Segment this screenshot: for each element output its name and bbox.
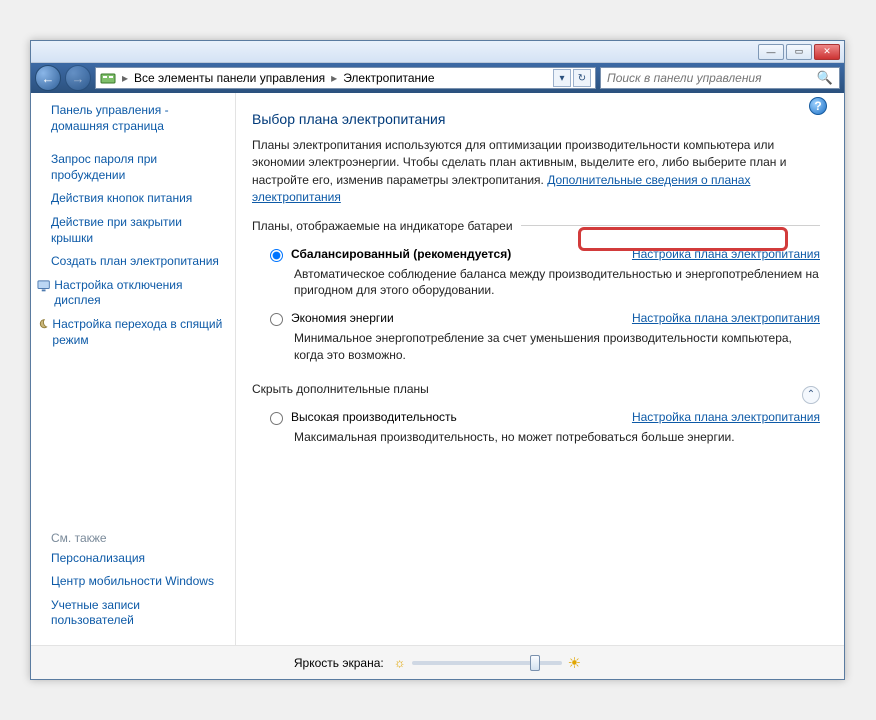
configure-plan-link-powersave[interactable]: Настройка плана электропитания [632,311,820,325]
breadcrumb-root[interactable]: Все элементы панели управления [134,71,325,85]
breadcrumb-current[interactable]: Электропитание [343,71,434,85]
seealso-personalization[interactable]: Персонализация [31,547,235,571]
primary-plans-legend: Планы, отображаемые на индикаторе батаре… [252,219,521,233]
moon-icon [37,318,48,332]
window-body: ? Панель управления - домашняя страница … [31,93,844,645]
sidebar-link-display-off[interactable]: Настройка отключения дисплея [31,274,235,313]
page-title: Выбор плана электропитания [252,111,820,127]
plan-title: Экономия энергии [291,311,394,325]
plan-radio-powersave[interactable] [270,313,283,326]
sidebar-home-link[interactable]: Панель управления - домашняя страница [31,99,235,138]
brightness-slider[interactable]: ☼ ☀ [394,654,581,672]
control-panel-icon [100,70,116,86]
configure-plan-link-high-perf[interactable]: Настройка плана электропитания [632,410,820,424]
plan-row-high-perf: Высокая производительность Настройка пла… [252,406,820,427]
sun-dim-icon: ☼ [394,655,406,670]
slider-track[interactable] [412,661,562,665]
sidebar-link-lid-close[interactable]: Действие при закрытии крышки [31,211,235,250]
search-icon: 🔍 [817,70,833,86]
plan-radio-high-perf[interactable] [270,412,283,425]
brightness-label: Яркость экрана: [294,656,384,670]
maximize-button[interactable]: ▭ [786,44,812,60]
extra-plans-group: Скрыть дополнительные планы ⌃ Высокая пр… [252,382,820,454]
plan-title: Высокая производительность [291,410,457,424]
sidebar: ? Панель управления - домашняя страница … [31,93,236,645]
see-also-heading: См. также [31,525,235,547]
plan-desc: Минимальное энергопотребление за счет ум… [252,328,820,372]
extra-plans-legend: Скрыть дополнительные планы [252,382,820,396]
close-button[interactable]: ✕ [814,44,840,60]
collapse-button[interactable]: ⌃ [802,386,820,404]
sidebar-item-label: Настройка перехода в спящий режим [52,317,223,348]
seealso-mobility-center[interactable]: Центр мобильности Windows [31,570,235,594]
plan-row-balanced: Сбалансированный (рекомендуется) Настрой… [252,243,820,264]
titlebar: — ▭ ✕ [31,41,844,63]
sidebar-link-power-buttons[interactable]: Действия кнопок питания [31,187,235,211]
sun-bright-icon: ☀ [568,654,581,672]
configure-plan-link-balanced[interactable]: Настройка плана электропитания [632,247,820,261]
sidebar-link-create-plan[interactable]: Создать план электропитания [31,250,235,274]
control-panel-window: — ▭ ✕ ← → ▸ Все элементы панели управлен… [30,40,845,680]
plan-title: Сбалансированный (рекомендуется) [291,247,511,261]
back-button[interactable]: ← [35,65,61,91]
plan-row-powersave: Экономия энергии Настройка плана электро… [252,307,820,328]
breadcrumb-sep-icon: ▸ [331,71,337,85]
intro-text: Планы электропитания используются для оп… [252,137,820,207]
address-dropdown-button[interactable]: ▾ [553,69,571,87]
plan-desc: Максимальная производительность, но може… [252,427,820,454]
address-bar[interactable]: ▸ Все элементы панели управления ▸ Элект… [95,67,596,89]
sidebar-link-sleep[interactable]: Настройка перехода в спящий режим [31,313,235,352]
brightness-bar: Яркость экрана: ☼ ☀ [31,645,844,679]
main-content: Выбор плана электропитания Планы электро… [236,93,844,645]
forward-button[interactable]: → [65,65,91,91]
search-box[interactable]: 🔍 [600,67,840,89]
seealso-user-accounts[interactable]: Учетные записи пользователей [31,594,235,633]
sidebar-link-password[interactable]: Запрос пароля при пробуждении [31,148,235,187]
search-input[interactable] [607,71,817,85]
plan-radio-balanced[interactable] [270,249,283,262]
breadcrumb-sep-icon: ▸ [122,71,128,85]
plan-desc: Автоматическое соблюдение баланса между … [252,264,820,308]
slider-thumb[interactable] [530,655,540,671]
sidebar-item-label: Настройка отключения дисплея [54,278,223,309]
nav-toolbar: ← → ▸ Все элементы панели управления ▸ Э… [31,63,844,93]
primary-plans-group: Планы, отображаемые на индикаторе батаре… [252,219,820,372]
minimize-button[interactable]: — [758,44,784,60]
monitor-icon [37,279,50,293]
refresh-button[interactable]: ↻ [573,69,591,87]
